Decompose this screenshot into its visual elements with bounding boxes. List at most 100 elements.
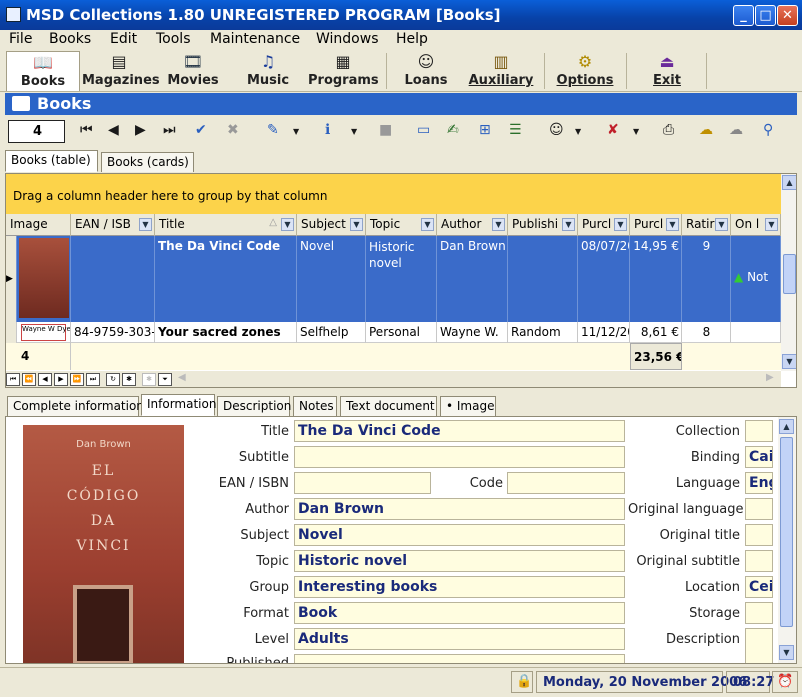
group-by-hint[interactable]: Drag a column header here to group by th… bbox=[6, 174, 781, 214]
menu-windows[interactable]: Windows bbox=[316, 31, 379, 47]
record-number-field[interactable]: 4 bbox=[8, 120, 65, 143]
cloud-icon[interactable]: ☁ bbox=[699, 122, 713, 138]
nav-delete-icon[interactable]: ✱ bbox=[142, 373, 156, 386]
column-header-image[interactable]: Image bbox=[6, 214, 71, 236]
original-language-field[interactable] bbox=[745, 498, 773, 520]
save-icon[interactable]: ✔ bbox=[195, 122, 207, 138]
toolbar-music-button[interactable]: ♫ Music bbox=[236, 51, 300, 91]
last-record-icon[interactable]: ⏭ bbox=[163, 122, 176, 138]
description-field[interactable] bbox=[745, 628, 773, 663]
delete-icon[interactable]: ✘ bbox=[607, 122, 619, 138]
nav-last-icon[interactable]: ⏭ bbox=[86, 373, 100, 386]
scroll-thumb[interactable] bbox=[783, 254, 796, 294]
binding-field[interactable]: Cai bbox=[745, 446, 773, 468]
column-header-topic[interactable]: Topic ▼ bbox=[366, 214, 437, 236]
grid-scrollbar[interactable]: ▲ ▼ bbox=[781, 174, 796, 371]
chevron-down-icon[interactable]: ▼ bbox=[492, 218, 505, 231]
menu-help[interactable]: Help bbox=[396, 31, 428, 47]
code-field[interactable] bbox=[507, 472, 625, 494]
column-header-subject[interactable]: Subject ▼ bbox=[297, 214, 366, 236]
chevron-down-icon[interactable]: ▼ bbox=[293, 127, 299, 136]
subject-field[interactable]: Novel bbox=[294, 524, 625, 546]
cancel-icon[interactable]: ✖ bbox=[227, 122, 239, 138]
chevron-down-icon[interactable]: ▼ bbox=[139, 218, 152, 231]
list-icon[interactable]: ☰ bbox=[509, 122, 522, 138]
tab-text-document[interactable]: Text document bbox=[340, 396, 437, 416]
minimize-button[interactable]: _ bbox=[733, 5, 754, 26]
scroll-right-icon[interactable]: ▶ bbox=[766, 372, 774, 383]
nav-refresh-icon[interactable]: ↻ bbox=[106, 373, 120, 386]
chevron-down-icon[interactable]: ▼ bbox=[614, 218, 627, 231]
nav-prev-page-icon[interactable]: ⏪ bbox=[22, 373, 36, 386]
title-field[interactable]: The Da Vinci Code bbox=[294, 420, 625, 442]
level-field[interactable]: Adults bbox=[294, 628, 625, 650]
scroll-thumb[interactable] bbox=[780, 437, 793, 627]
nav-next-page-icon[interactable]: ⏩ bbox=[70, 373, 84, 386]
edit-record-icon[interactable]: ✍ bbox=[447, 122, 459, 138]
monitor-icon[interactable]: ▭ bbox=[417, 122, 430, 138]
nav-filter-icon[interactable]: ⏷ bbox=[158, 373, 172, 386]
first-record-icon[interactable]: ⏮ bbox=[80, 122, 93, 138]
column-header-title[interactable]: Title △ ▼ bbox=[155, 214, 297, 236]
collection-field[interactable] bbox=[745, 420, 773, 442]
tab-books-table[interactable]: Books (table) bbox=[5, 150, 98, 172]
toolbar-auxiliary-button[interactable]: ▥ Auxiliary bbox=[466, 51, 536, 91]
menu-books[interactable]: Books bbox=[49, 31, 91, 47]
original-title-field[interactable] bbox=[745, 524, 773, 546]
column-header-purchase-date[interactable]: Purcl ▼ bbox=[578, 214, 630, 236]
menu-edit[interactable]: Edit bbox=[110, 31, 137, 47]
prev-record-icon[interactable]: ◀ bbox=[108, 122, 119, 138]
group-field[interactable]: Interesting books bbox=[294, 576, 625, 598]
toolbar-loans-button[interactable]: ☺ Loans bbox=[398, 51, 454, 91]
tab-notes[interactable]: Notes bbox=[293, 396, 337, 416]
format-field[interactable]: Book bbox=[294, 602, 625, 624]
chevron-down-icon[interactable]: ▼ bbox=[715, 218, 728, 231]
scroll-up-icon[interactable]: ▲ bbox=[782, 175, 796, 190]
chevron-down-icon[interactable]: ▼ bbox=[666, 218, 679, 231]
tab-information[interactable]: Information bbox=[141, 394, 216, 416]
chevron-down-icon[interactable]: ▼ bbox=[575, 127, 581, 136]
scroll-up-icon[interactable]: ▲ bbox=[779, 419, 794, 434]
edit-icon[interactable]: ✎ bbox=[267, 122, 279, 138]
alarm-icon[interactable]: ⏰ bbox=[772, 671, 798, 693]
menu-maintenance[interactable]: Maintenance bbox=[210, 31, 300, 47]
column-header-purchase-price[interactable]: Purcl ▼ bbox=[630, 214, 682, 236]
toolbar-movies-button[interactable]: 🎞 Movies bbox=[160, 51, 226, 91]
chevron-down-icon[interactable]: ▼ bbox=[633, 127, 639, 136]
chevron-down-icon[interactable]: ▼ bbox=[350, 218, 363, 231]
toolbar-options-button[interactable]: ⚙ Options bbox=[554, 51, 616, 91]
cloud-gray-icon[interactable]: ☁ bbox=[729, 122, 743, 138]
toolbar-exit-button[interactable]: ⏏ Exit bbox=[638, 51, 696, 91]
loan-person-icon[interactable]: ☺ bbox=[549, 122, 564, 138]
nav-insert-icon[interactable]: ✱ bbox=[122, 373, 136, 386]
detail-scrollbar[interactable]: ▲ ▼ bbox=[778, 417, 796, 663]
scroll-down-icon[interactable]: ▼ bbox=[782, 354, 796, 369]
column-header-rating[interactable]: Ratir ▼ bbox=[682, 214, 731, 236]
column-header-on-loan[interactable]: On l ▼ bbox=[731, 214, 781, 236]
scroll-left-icon[interactable]: ◀ bbox=[178, 372, 186, 383]
toolbar-books-button[interactable]: 📖 Books bbox=[6, 51, 80, 91]
location-field[interactable]: Cei bbox=[745, 576, 773, 598]
language-field[interactable]: Eng bbox=[745, 472, 773, 494]
scroll-down-icon[interactable]: ▼ bbox=[779, 645, 794, 660]
table-row[interactable]: Wayne W Dyer 84-9759-303-0 Your sacred z… bbox=[6, 322, 781, 343]
nav-first-icon[interactable]: ⏮ bbox=[6, 373, 20, 386]
add-record-icon[interactable]: ⊞ bbox=[479, 122, 491, 138]
folder-icon[interactable]: ■ bbox=[379, 122, 392, 138]
chevron-down-icon[interactable]: ▼ bbox=[421, 218, 434, 231]
search-icon[interactable]: ⚲ bbox=[763, 122, 773, 138]
tab-description[interactable]: Description bbox=[217, 396, 291, 416]
close-button[interactable]: ✕ bbox=[777, 5, 798, 26]
chevron-down-icon[interactable]: ▼ bbox=[281, 218, 294, 231]
menu-tools[interactable]: Tools bbox=[156, 31, 191, 47]
ean-field[interactable] bbox=[294, 472, 431, 494]
chevron-down-icon[interactable]: ▼ bbox=[351, 127, 357, 136]
author-field[interactable]: Dan Brown bbox=[294, 498, 625, 520]
chevron-down-icon[interactable]: ▼ bbox=[562, 218, 575, 231]
info-icon[interactable]: ℹ bbox=[325, 122, 330, 138]
topic-field[interactable]: Historic novel bbox=[294, 550, 625, 572]
column-header-author[interactable]: Author ▼ bbox=[437, 214, 508, 236]
toolbar-magazines-button[interactable]: ▤ Magazines bbox=[82, 51, 160, 91]
tab-image[interactable]: • Image bbox=[440, 396, 496, 416]
tab-complete-information[interactable]: Complete information bbox=[7, 396, 144, 416]
